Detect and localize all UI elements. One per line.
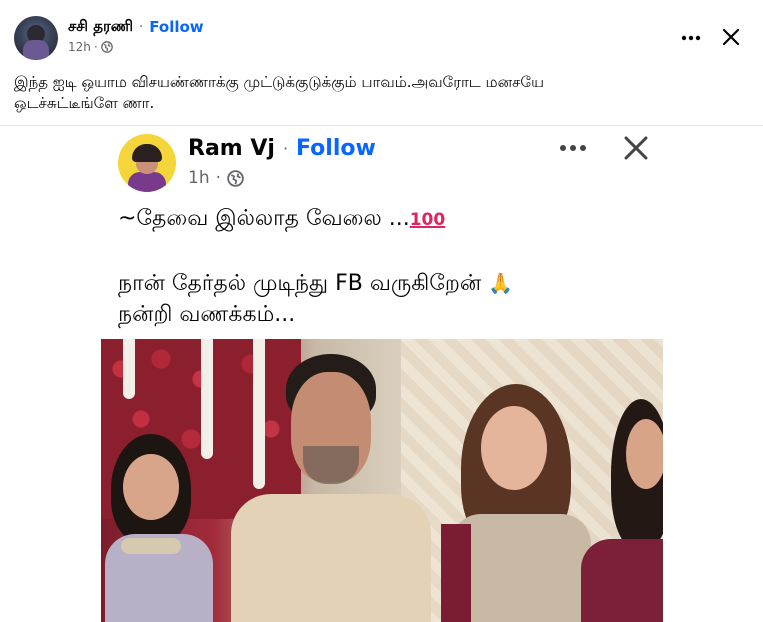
embedded-text: நான் தேர்தல் முடிந்து FB வருகிறேன் (118, 271, 489, 296)
close-button[interactable] (716, 22, 746, 52)
post-header: சசி தரணி · Follow 12h · (0, 0, 763, 70)
post-text: இந்த ஐடி ஒயாம விசயண்ணாக்கு முட்டுக்குடுக… (14, 72, 744, 114)
embedded-author-name: Ram Vj (188, 136, 275, 161)
embedded-author-avatar (118, 134, 176, 192)
embedded-text-line: ~தேவை இல்லாத வேலை ...100 (118, 206, 445, 234)
tassel (123, 339, 135, 399)
folded-hands-emoji: 🙏 (488, 271, 514, 295)
post-meta: 12h · (68, 40, 113, 54)
more-options-icon (560, 145, 586, 151)
embedded-text-line: நன்றி வணக்கம்... (118, 302, 296, 327)
person-left (101, 434, 216, 622)
person-center (231, 354, 431, 622)
follow-button[interactable]: Follow (149, 18, 203, 36)
embedded-post-meta: 1h · (188, 168, 244, 188)
embedded-text-line: நான் தேர்தல் முடிந்து FB வருகிறேன் 🙏 (118, 271, 513, 299)
person-right (441, 384, 591, 622)
embedded-post-image[interactable]: Ram Vj · Follow 1h · ~தேவை இல்லாத வேலை .… (0, 125, 763, 622)
globe-icon (100, 41, 113, 53)
person-far-right (581, 399, 663, 622)
embedded-close (620, 132, 652, 164)
author-name[interactable]: சசி தரணி (68, 17, 133, 37)
event-photo (101, 339, 663, 622)
author-line: சசி தரணி · Follow (68, 17, 204, 37)
close-icon (624, 136, 648, 160)
post-time[interactable]: 12h (68, 40, 91, 54)
separator-dot: · (282, 139, 289, 158)
embedded-text: ~தேவை இல்லாத வேலை ... (118, 206, 410, 231)
hundred-points-emoji: 100 (409, 210, 446, 230)
close-icon (722, 28, 740, 46)
author-avatar[interactable] (14, 16, 58, 60)
separator-dot: · (215, 168, 221, 188)
separator-dot: · (93, 40, 98, 54)
embedded-post-time: 1h (188, 168, 210, 188)
globe-icon (227, 169, 244, 187)
embedded-author-line: Ram Vj · Follow (188, 136, 376, 161)
more-options-button[interactable] (676, 24, 706, 52)
post-text-line: ஒடச்சுட்டீங்ளே ணா. (14, 94, 155, 112)
more-options-icon (681, 35, 701, 41)
embedded-follow-label: Follow (296, 136, 376, 161)
embedded-more-options (556, 136, 590, 160)
post-text-line: இந்த ஐடி ஒயாம விசயண்ணாக்கு முட்டுக்குடுக… (14, 73, 544, 91)
separator-dot: · (139, 19, 144, 35)
